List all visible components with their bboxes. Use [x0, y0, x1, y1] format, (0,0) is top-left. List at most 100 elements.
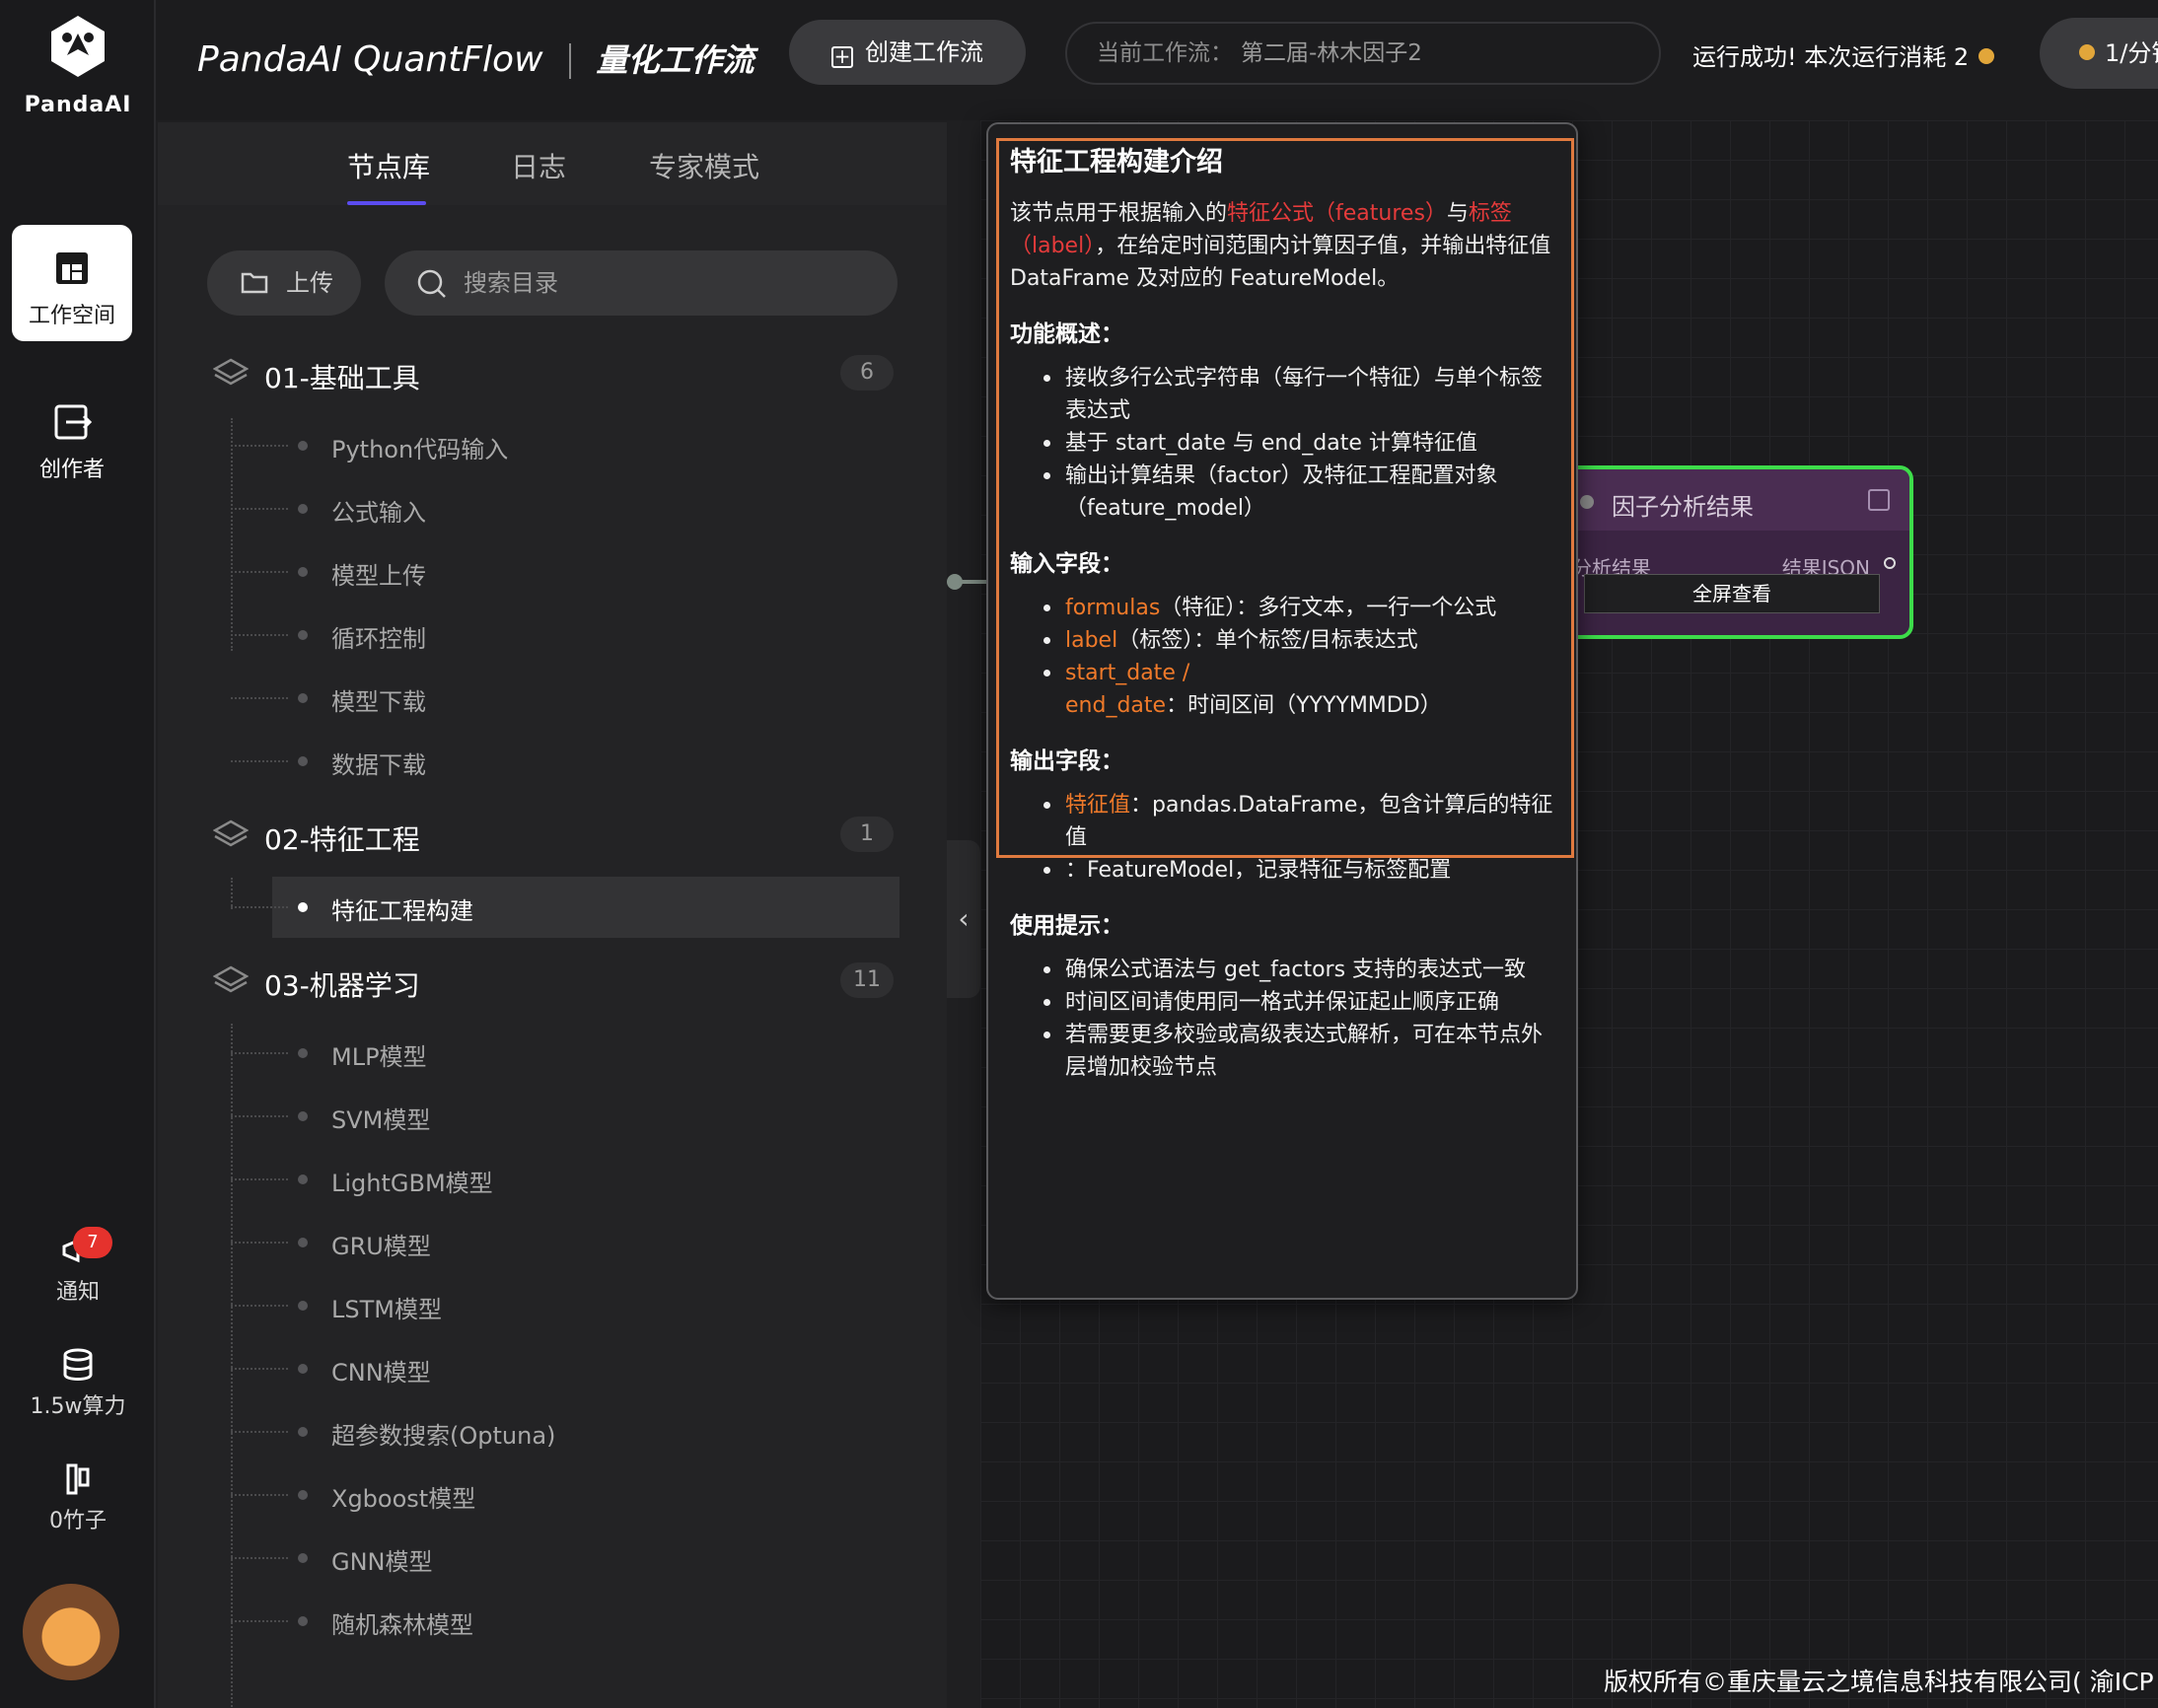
node-library-panel: 节点库 日志 专家模式 上传 搜索目录 01-基础工具 6 Python代码输入… [158, 122, 1101, 1708]
item-label: 随机森林模型 [331, 1611, 473, 1639]
intro-features-term: 特征公式（features） [1227, 201, 1447, 226]
group-feature-engineering[interactable]: 02-特征工程 1 [213, 811, 894, 860]
current-workflow-value: 第二届-林木因子2 [1241, 40, 1422, 66]
list-item: start_date / end_date：时间区间（YYYYMMDD） [1043, 657, 1562, 722]
current-workflow-field[interactable]: 当前工作流： 第二届-林木因子2 [1065, 22, 1661, 85]
item-label: 数据下载 [331, 751, 426, 779]
item-label: LightGBM模型 [331, 1170, 493, 1197]
app-title: PandaAI QuantFlow 量化工作流 [197, 36, 755, 81]
input-list: formulas（特征）：多行文本，一行一个公式 label（标签）：单个标签/… [1010, 592, 1562, 722]
creator-icon [54, 404, 93, 440]
field-desc: ：pandas.DataFrame，包含计算后的特征值 [1065, 793, 1553, 850]
list-item[interactable]: 模型上传 [231, 541, 901, 603]
pandaai-logo[interactable]: PandaAI [0, 12, 156, 117]
item-label: 特征工程构建 [331, 897, 473, 925]
item-label: 模型下载 [331, 688, 426, 716]
search-icon [417, 269, 446, 298]
upload-button[interactable]: 上传 [207, 250, 361, 316]
brand-name: PandaAI QuantFlow [197, 39, 543, 80]
list-item[interactable]: Python代码输入 [231, 415, 901, 476]
popup-title: 特征工程构建介绍 [1010, 147, 1223, 178]
tips-list: 确保公式语法与 get_factors 支持的表达式一致 时间区间请使用同一格式… [1010, 954, 1562, 1084]
plus-square-icon: + [831, 46, 853, 68]
list-item: 时间区间请使用同一格式并保证起止顺序正确 [1043, 986, 1562, 1019]
group-count: 11 [840, 962, 894, 998]
collapse-panel-button[interactable]: ‹ [947, 840, 980, 998]
item-label: 公式输入 [331, 499, 426, 527]
compute-button[interactable]: 1.5w算力 [0, 1347, 156, 1420]
section-heading: 输出字段： [1010, 748, 1123, 774]
list-item: ：FeatureModel，记录特征与标签配置 [1043, 854, 1562, 887]
tab-node-library[interactable]: 节点库 [347, 146, 430, 185]
list-item[interactable]: MLP模型 [231, 1023, 901, 1084]
field-desc: ：FeatureModel，记录特征与标签配置 [1065, 858, 1452, 883]
chevron-left-icon: ‹ [958, 902, 970, 935]
popup-body: 特征工程构建介绍 该节点用于根据输入的特征公式（features）与标签（lab… [1010, 140, 1562, 1084]
item-label: 模型上传 [331, 562, 426, 590]
edit-icon[interactable] [1868, 489, 1890, 511]
panda-logo-icon [51, 16, 105, 77]
panel-tabs: 节点库 日志 专家模式 [158, 122, 947, 205]
create-workflow-button[interactable]: + 创建工作流 [789, 20, 1026, 85]
group-machine-learning[interactable]: 03-机器学习 11 [213, 957, 894, 1006]
list-item: 基于 start_date 与 end_date 计算特征值 [1043, 427, 1562, 460]
create-workflow-label: 创建工作流 [865, 38, 983, 66]
rail-item-label: 创作者 [38, 458, 105, 482]
list-item: 特征值：pandas.DataFrame，包含计算后的特征值 [1043, 789, 1562, 854]
rate-button[interactable]: 1/分钟 [2040, 18, 2158, 89]
fullscreen-view-button[interactable]: 全屏查看 [1584, 574, 1880, 613]
list-item[interactable]: LightGBM模型 [231, 1149, 901, 1210]
item-label: MLP模型 [331, 1043, 427, 1071]
rail-item-creator[interactable]: 创作者 [12, 400, 132, 499]
item-label: LSTM模型 [331, 1296, 442, 1323]
section-heading: 输入字段： [1010, 551, 1123, 577]
run-status: 运行成功! 本次运行消耗 2 [1692, 37, 1995, 72]
workspace-icon [56, 252, 88, 284]
layers-icon [213, 819, 249, 847]
bamboo-icon [66, 1463, 90, 1495]
list-item: 若需要更多校验或高级表达式解析，可在本节点外层增加校验节点 [1043, 1019, 1562, 1084]
field-key: label [1065, 628, 1118, 653]
group-title: 02-特征工程 [264, 823, 420, 856]
rail-item-label: 工作空间 [28, 304, 115, 328]
group-basic-tools[interactable]: 01-基础工具 6 [213, 349, 894, 398]
group-title: 03-机器学习 [264, 969, 420, 1002]
list-item[interactable]: GRU模型 [231, 1212, 901, 1273]
current-workflow-label: 当前工作流： [1097, 40, 1233, 66]
item-label: CNN模型 [331, 1359, 431, 1387]
layers-icon [213, 965, 249, 993]
tab-logs[interactable]: 日志 [511, 146, 566, 185]
list-item-active[interactable]: 特征工程构建 [231, 877, 901, 938]
catalog-search-input[interactable]: 搜索目录 [385, 250, 898, 316]
list-item[interactable]: GNN模型 [231, 1528, 901, 1589]
node-header: 因子分析结果 [1552, 469, 1909, 531]
list-item[interactable]: SVM模型 [231, 1086, 901, 1147]
list-item[interactable]: CNN模型 [231, 1338, 901, 1399]
intro-text: 与 [1446, 201, 1469, 226]
list-item[interactable]: 数据下载 [231, 731, 901, 792]
notify-button[interactable]: 7 通知 [0, 1227, 156, 1306]
rail-item-workspace[interactable]: 工作空间 [12, 225, 132, 341]
upload-label: 上传 [286, 269, 333, 297]
list-item: 接收多行公式字符串（每行一个特征）与单个标签表达式 [1043, 362, 1562, 427]
coin-icon [2079, 44, 2095, 60]
list-item[interactable]: 超参数搜索(Optuna) [231, 1401, 901, 1462]
list-item[interactable]: 模型下载 [231, 668, 901, 729]
list-item: 确保公式语法与 get_factors 支持的表达式一致 [1043, 954, 1562, 986]
database-icon [63, 1348, 93, 1381]
bamboo-button[interactable]: 0竹子 [0, 1461, 156, 1534]
tab-expert-mode[interactable]: 专家模式 [649, 146, 759, 185]
run-status-text: 运行成功! 本次运行消耗 2 [1692, 43, 1970, 71]
node-title: 因子分析结果 [1612, 493, 1754, 521]
user-avatar[interactable] [23, 1584, 119, 1680]
factor-analysis-node[interactable]: 因子分析结果 分析结果 结果JSON 全屏查看 [1548, 465, 1913, 639]
output-handle[interactable] [1884, 557, 1896, 569]
list-item[interactable]: 循环控制 [231, 605, 901, 666]
item-label: GNN模型 [331, 1548, 433, 1576]
list-item[interactable]: 随机森林模型 [231, 1591, 901, 1652]
notify-badge: 7 [73, 1227, 112, 1258]
list-item[interactable]: Xgboost模型 [231, 1464, 901, 1526]
field-desc: （特征）：多行文本，一行一个公式 [1160, 596, 1497, 620]
list-item[interactable]: 公式输入 [231, 478, 901, 539]
list-item[interactable]: LSTM模型 [231, 1275, 901, 1336]
